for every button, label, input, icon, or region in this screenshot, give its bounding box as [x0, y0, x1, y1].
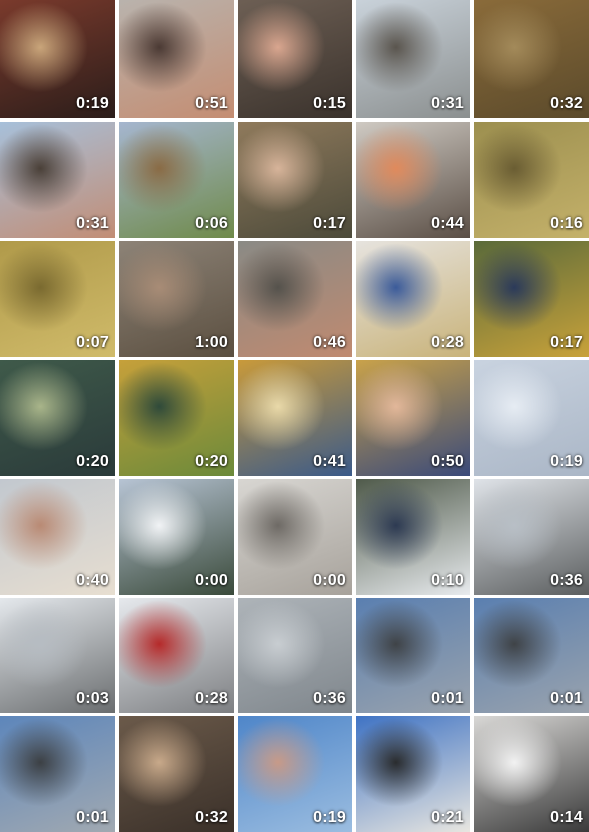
video-duration-label: 0:19 [76, 95, 109, 112]
video-duration-label: 0:40 [76, 572, 109, 589]
video-thumbnail[interactable]: 0:28 [119, 598, 234, 713]
video-thumbnail[interactable]: 0:51 [119, 0, 234, 118]
video-thumbnail[interactable]: 0:17 [238, 122, 352, 238]
video-duration-label: 0:07 [76, 334, 109, 351]
video-duration-label: 0:19 [313, 809, 346, 826]
video-duration-label: 1:00 [195, 334, 228, 351]
video-duration-label: 0:21 [431, 809, 464, 826]
video-thumbnail[interactable]: 0:07 [0, 241, 115, 357]
video-thumbnail[interactable]: 0:17 [474, 241, 589, 357]
video-thumbnail[interactable]: 0:01 [0, 716, 115, 832]
video-duration-label: 0:19 [550, 453, 583, 470]
video-duration-label: 0:15 [313, 95, 346, 112]
video-thumbnail[interactable]: 0:31 [356, 0, 470, 118]
video-thumbnail[interactable]: 0:16 [474, 122, 589, 238]
video-duration-label: 0:01 [76, 809, 109, 826]
video-thumbnail[interactable]: 0:20 [119, 360, 234, 476]
video-thumbnail[interactable]: 0:41 [238, 360, 352, 476]
video-thumbnail[interactable]: 0:19 [238, 716, 352, 832]
video-duration-label: 0:51 [195, 95, 228, 112]
video-duration-label: 0:00 [313, 572, 346, 589]
video-thumbnail[interactable]: 0:03 [0, 598, 115, 713]
video-thumbnail[interactable]: 0:14 [474, 716, 589, 832]
video-duration-label: 0:17 [550, 334, 583, 351]
video-duration-label: 0:28 [195, 690, 228, 707]
video-duration-label: 0:01 [431, 690, 464, 707]
video-thumbnail[interactable]: 0:01 [474, 598, 589, 713]
video-duration-label: 0:01 [550, 690, 583, 707]
video-thumbnail[interactable]: 0:31 [0, 122, 115, 238]
video-thumbnail[interactable]: 0:06 [119, 122, 234, 238]
video-thumbnail[interactable]: 0:20 [0, 360, 115, 476]
video-thumbnail[interactable]: 0:32 [119, 716, 234, 832]
video-thumbnail[interactable]: 0:36 [238, 598, 352, 713]
video-duration-label: 0:36 [313, 690, 346, 707]
video-thumbnail[interactable]: 0:50 [356, 360, 470, 476]
video-duration-label: 0:16 [550, 215, 583, 232]
video-duration-label: 0:10 [431, 572, 464, 589]
video-duration-label: 0:41 [313, 453, 346, 470]
video-duration-label: 0:44 [431, 215, 464, 232]
video-thumbnail[interactable]: 0:44 [356, 122, 470, 238]
video-duration-label: 0:46 [313, 334, 346, 351]
video-thumbnail[interactable]: 0:00 [238, 479, 352, 595]
video-duration-label: 0:31 [431, 95, 464, 112]
video-duration-label: 0:32 [550, 95, 583, 112]
video-thumbnail[interactable]: 1:00 [119, 241, 234, 357]
video-thumbnail[interactable]: 0:10 [356, 479, 470, 595]
video-duration-label: 0:32 [195, 809, 228, 826]
video-duration-label: 0:14 [550, 809, 583, 826]
video-duration-label: 0:28 [431, 334, 464, 351]
video-thumbnail[interactable]: 0:15 [238, 0, 352, 118]
video-thumbnail[interactable]: 0:36 [474, 479, 589, 595]
video-thumbnail[interactable]: 0:19 [474, 360, 589, 476]
video-duration-label: 0:17 [313, 215, 346, 232]
video-thumbnail[interactable]: 0:00 [119, 479, 234, 595]
video-duration-label: 0:03 [76, 690, 109, 707]
video-duration-label: 0:20 [195, 453, 228, 470]
video-duration-label: 0:36 [550, 572, 583, 589]
video-thumbnail[interactable]: 0:28 [356, 241, 470, 357]
video-thumbnail[interactable]: 0:21 [356, 716, 470, 832]
video-duration-label: 0:00 [195, 572, 228, 589]
video-thumbnail[interactable]: 0:46 [238, 241, 352, 357]
video-thumbnail-grid: 0:19 0:51 0:15 0:31 0:32 0:31 0:06 0:17 0:44 0:16… [0, 0, 589, 832]
video-thumbnail[interactable]: 0:19 [0, 0, 115, 118]
video-duration-label: 0:06 [195, 215, 228, 232]
video-thumbnail[interactable]: 0:32 [474, 0, 589, 118]
video-duration-label: 0:50 [431, 453, 464, 470]
video-thumbnail[interactable]: 0:01 [356, 598, 470, 713]
video-duration-label: 0:31 [76, 215, 109, 232]
video-thumbnail[interactable]: 0:40 [0, 479, 115, 595]
video-duration-label: 0:20 [76, 453, 109, 470]
